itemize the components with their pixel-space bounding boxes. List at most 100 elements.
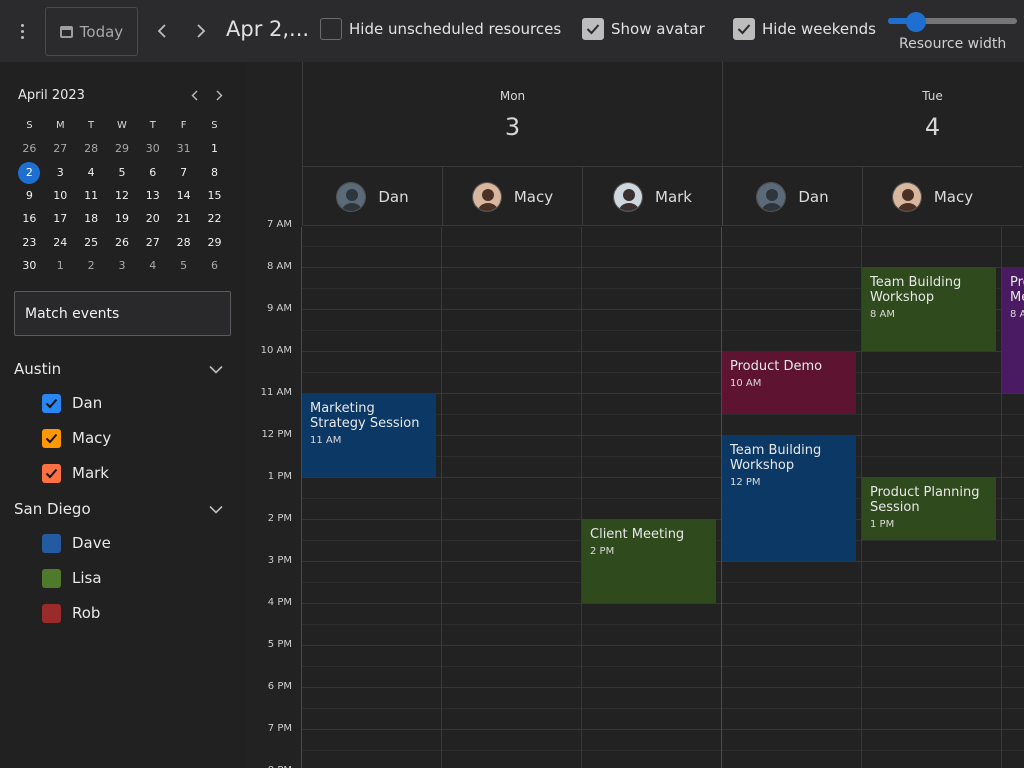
show-avatar-checkbox[interactable] bbox=[582, 18, 604, 40]
mini-calendar-prev-button[interactable] bbox=[186, 86, 202, 104]
calendar-day[interactable]: 15 bbox=[199, 184, 230, 207]
calendar-day[interactable]: 13 bbox=[137, 184, 168, 207]
calendar-day[interactable]: 7 bbox=[168, 161, 199, 184]
day-number: 16 bbox=[22, 212, 37, 226]
calendar-day[interactable]: 29 bbox=[107, 137, 138, 160]
avatar bbox=[471, 181, 502, 212]
calendar-day[interactable]: 26 bbox=[107, 231, 138, 254]
calendar-day[interactable]: 3 bbox=[107, 254, 138, 277]
calendar-day[interactable]: 26 bbox=[14, 137, 45, 160]
calendar-day[interactable]: 10 bbox=[45, 184, 76, 207]
calendar-day[interactable]: 18 bbox=[76, 207, 107, 230]
calendar-day[interactable]: 11 bbox=[76, 184, 107, 207]
hide-weekends-toggle[interactable]: Hide weekends bbox=[733, 18, 876, 40]
weekday-label: S bbox=[211, 119, 218, 131]
day-header-tue: Tue 4 bbox=[722, 62, 1024, 167]
day-number: 4 bbox=[87, 165, 95, 179]
calendar-day[interactable]: 31 bbox=[168, 137, 199, 160]
group-header-austin[interactable]: Austin bbox=[14, 357, 231, 381]
calendar-day[interactable]: 25 bbox=[76, 231, 107, 254]
resource-item-dave[interactable]: Dave bbox=[42, 532, 111, 554]
calendar-day[interactable]: 9 bbox=[14, 184, 45, 207]
previous-button[interactable] bbox=[150, 18, 174, 44]
event-title: Client Meeting bbox=[590, 527, 685, 542]
calendar-day[interactable]: 12 bbox=[107, 184, 138, 207]
week-row: 16 17 18 19 20 21 22 bbox=[14, 207, 230, 230]
calendar-day[interactable]: 5 bbox=[168, 254, 199, 277]
slider-thumb[interactable] bbox=[906, 12, 927, 32]
calendar-day[interactable]: 23 bbox=[14, 231, 45, 254]
calendar-day[interactable]: 4 bbox=[137, 254, 168, 277]
day-number: 25 bbox=[84, 235, 99, 249]
resource-width-slider[interactable] bbox=[888, 12, 1017, 32]
event-card[interactable]: Product Planning Meeting 8 AM bbox=[1002, 267, 1024, 393]
calendar-day[interactable]: 8 bbox=[199, 161, 230, 184]
calendar-day[interactable]: 6 bbox=[199, 254, 230, 277]
date-range-title[interactable]: Apr 2,... bbox=[226, 17, 309, 41]
hide-unscheduled-label: Hide unscheduled resources bbox=[349, 20, 562, 38]
calendar-day[interactable]: 22 bbox=[199, 207, 230, 230]
calendar-day[interactable]: 16 bbox=[14, 207, 45, 230]
day-number: 13 bbox=[145, 189, 160, 203]
hide-unscheduled-checkbox[interactable] bbox=[320, 18, 342, 40]
hide-weekends-checkbox[interactable] bbox=[733, 18, 755, 40]
calendar-day[interactable]: 6 bbox=[137, 161, 168, 184]
resource-item-lisa[interactable]: Lisa bbox=[42, 567, 102, 589]
show-avatar-toggle[interactable]: Show avatar bbox=[582, 18, 705, 40]
menu-icon[interactable] bbox=[14, 20, 30, 42]
resource-checkbox[interactable] bbox=[42, 428, 61, 448]
calendar-day[interactable]: 5 bbox=[107, 161, 138, 184]
event-card[interactable]: Marketing Strategy Session 11 AM bbox=[302, 393, 436, 477]
next-button[interactable] bbox=[189, 18, 213, 44]
calendar-day[interactable]: 3 bbox=[45, 161, 76, 184]
match-events-input[interactable] bbox=[14, 291, 231, 336]
calendar-day[interactable]: 1 bbox=[45, 254, 76, 277]
calendar-day[interactable]: 2 bbox=[76, 254, 107, 277]
calendar-day[interactable]: 21 bbox=[168, 207, 199, 230]
resource-checkbox[interactable] bbox=[42, 393, 61, 413]
column-divider bbox=[441, 227, 442, 768]
check-icon bbox=[45, 433, 58, 443]
half-hour-line bbox=[302, 708, 1024, 709]
calendar-day[interactable]: 17 bbox=[45, 207, 76, 230]
selected-date[interactable]: 2 bbox=[14, 161, 45, 184]
resource-item-dan[interactable]: Dan bbox=[42, 392, 102, 414]
calendar-day[interactable]: 19 bbox=[107, 207, 138, 230]
resource-checkbox[interactable] bbox=[42, 568, 61, 588]
event-time: 10 AM bbox=[730, 378, 762, 389]
calendar-day[interactable]: 29 bbox=[199, 231, 230, 254]
calendar-day[interactable]: 14 bbox=[168, 184, 199, 207]
event-card[interactable]: Product Demo 10 AM bbox=[722, 351, 856, 414]
event-card[interactable]: Product Planning Session 1 PM bbox=[862, 477, 996, 540]
resource-checkbox[interactable] bbox=[42, 603, 61, 623]
mini-calendar-next-button[interactable] bbox=[211, 86, 227, 104]
time-grid[interactable]: 7 AM 8 AM 9 AM 10 AM 11 AM 12 PM 1 PM 2 PM 3 PM 4… bbox=[246, 219, 1024, 768]
day-number: 3 bbox=[118, 258, 126, 272]
event-card[interactable]: Team Building Workshop 8 AM bbox=[862, 267, 996, 351]
calendar-day[interactable]: 24 bbox=[45, 231, 76, 254]
hide-unscheduled-toggle[interactable]: Hide unscheduled resources bbox=[320, 18, 561, 40]
resource-checkbox[interactable] bbox=[42, 463, 61, 483]
calendar-day[interactable]: 27 bbox=[137, 231, 168, 254]
today-button[interactable]: Today bbox=[45, 7, 138, 56]
day-number: 3 bbox=[56, 165, 64, 179]
resource-checkbox[interactable] bbox=[42, 533, 61, 553]
calendar-day[interactable]: 30 bbox=[14, 254, 45, 277]
day-number: 5 bbox=[118, 165, 126, 179]
time-label: 8 AM bbox=[266, 261, 292, 272]
calendar-day[interactable]: 1 bbox=[199, 137, 230, 160]
calendar-day[interactable]: 28 bbox=[76, 137, 107, 160]
event-card[interactable]: Team Building Workshop 12 PM bbox=[722, 435, 856, 561]
calendar-day[interactable]: 20 bbox=[137, 207, 168, 230]
calendar-day[interactable]: 27 bbox=[45, 137, 76, 160]
calendar-day[interactable]: 28 bbox=[168, 231, 199, 254]
calendar-day[interactable]: 30 bbox=[137, 137, 168, 160]
weekday-label: T bbox=[149, 119, 156, 131]
group-header-san-diego[interactable]: San Diego bbox=[14, 497, 231, 521]
event-card[interactable]: Client Meeting 2 PM bbox=[582, 519, 716, 603]
resource-item-macy[interactable]: Macy bbox=[42, 427, 111, 449]
resource-item-rob[interactable]: Rob bbox=[42, 602, 100, 624]
calendar-day[interactable]: 4 bbox=[76, 161, 107, 184]
day-number: 28 bbox=[84, 142, 99, 156]
resource-item-mark[interactable]: Mark bbox=[42, 462, 109, 484]
